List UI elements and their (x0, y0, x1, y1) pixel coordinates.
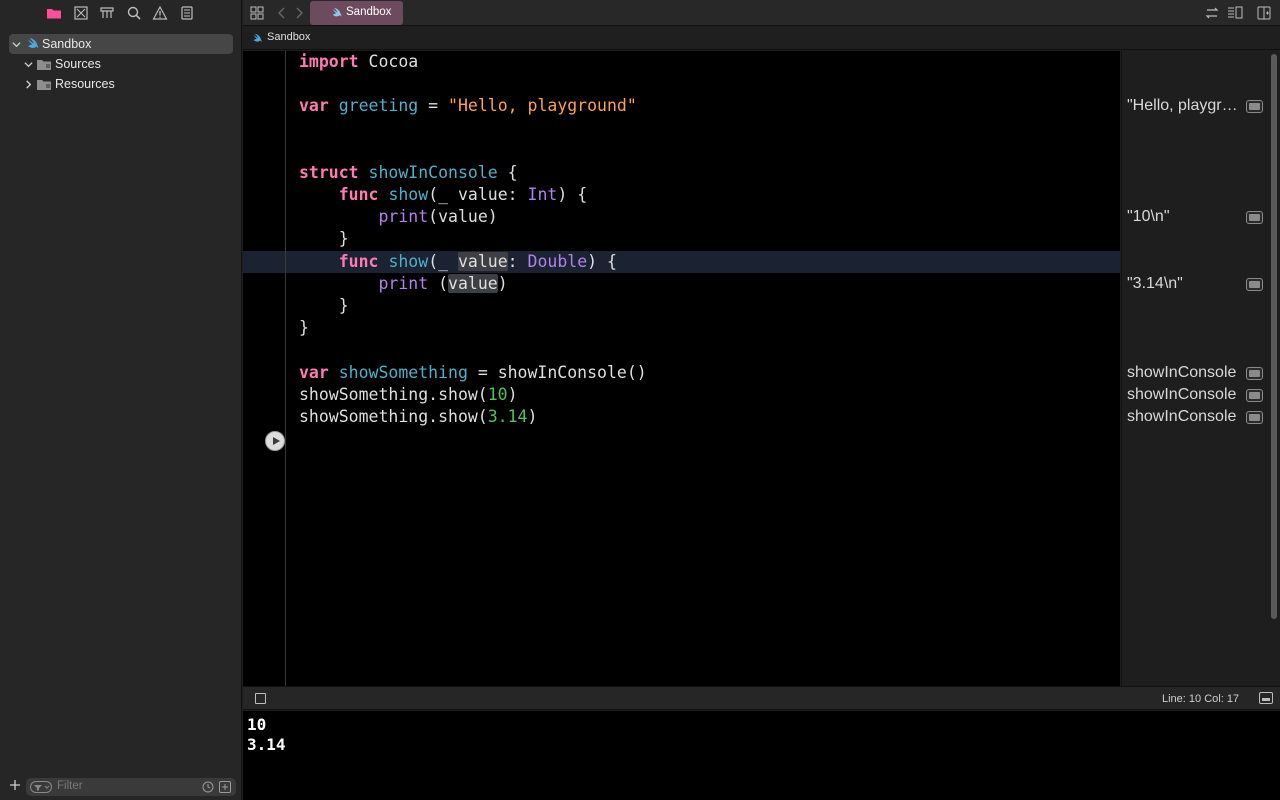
tab-label: Sandbox (346, 6, 392, 18)
result-item: "Hello, playground" (1122, 95, 1268, 117)
quick-look-icon[interactable] (1246, 211, 1263, 224)
forward-chevron-icon[interactable] (291, 5, 307, 21)
result-item: showInConsole (1122, 406, 1268, 428)
swift-icon (28, 38, 39, 49)
code-review-arrows-icon[interactable] (1204, 5, 1220, 21)
issue-navigator-warning-icon[interactable] (152, 5, 168, 21)
source-control-icon[interactable] (73, 5, 89, 21)
source-control-filter-icon[interactable] (219, 781, 231, 793)
result-value: showInConsole (1127, 408, 1237, 425)
split-editor-icon[interactable] (1256, 5, 1272, 21)
result-value: "10\n" (1127, 208, 1170, 225)
console-line: 10 (247, 715, 267, 734)
line-gutter (243, 51, 286, 686)
project-tree: Sandbox Sources Resources (0, 34, 242, 94)
result-value: "Hello, playground" (1127, 97, 1239, 114)
code-line: var showSomething = showInConsole() (299, 363, 647, 382)
project-navigator-folder-icon[interactable] (46, 5, 62, 21)
filter-icon (30, 781, 52, 793)
code-line: var greeting = "Hello, playground" (299, 96, 637, 115)
code-line: print(value) (378, 207, 498, 226)
code-line: } (299, 229, 349, 248)
quick-look-icon[interactable] (1246, 278, 1263, 291)
filter-placeholder: Filter (57, 780, 83, 792)
result-item: showInConsole (1122, 362, 1268, 384)
result-value: showInConsole (1127, 386, 1237, 403)
navigator-sidebar: Sandbox Sources Resources Filter (0, 0, 242, 800)
code-editor[interactable]: import Cocoa var greeting = "Hello, play… (243, 51, 1120, 686)
result-value: showInConsole (1127, 364, 1237, 381)
tree-item-sources[interactable]: Sources (0, 54, 242, 74)
breadcrumb[interactable]: Sandbox (267, 31, 310, 43)
find-navigator-search-icon[interactable] (126, 5, 142, 21)
vertical-scrollbar[interactable] (1268, 51, 1280, 686)
code-line: func show(_ value: Int) { (338, 185, 588, 204)
code-line: print (value) (378, 274, 508, 293)
result-value: "3.14\n" (1127, 275, 1183, 292)
code-line: showSomething.show(3.14) (299, 407, 538, 426)
tab-bar: Sandbox (243, 0, 1280, 26)
result-item: "10\n" (1122, 206, 1268, 228)
tree-item-sandbox[interactable]: Sandbox (9, 34, 233, 54)
jump-bar: Sandbox (243, 27, 1280, 50)
stop-square-icon[interactable] (255, 693, 266, 704)
code-line: } (299, 296, 349, 315)
tree-item-label: Sources (55, 57, 101, 71)
tree-item-label: Resources (55, 77, 115, 91)
report-navigator-icon[interactable] (179, 5, 195, 21)
folder-icon (37, 80, 51, 90)
back-chevron-icon[interactable] (274, 5, 290, 21)
code-line: func show(_ value: Double) { (338, 252, 617, 271)
swift-icon (253, 33, 262, 43)
quick-look-icon[interactable] (1246, 100, 1263, 113)
toggle-console-icon[interactable] (1259, 692, 1273, 704)
code-line: import Cocoa (299, 52, 419, 71)
console-line: 3.14 (247, 735, 286, 754)
navigator-filter-bar: Filter (0, 774, 242, 800)
cursor-position: Line: 10 Col: 17 (1162, 693, 1240, 705)
chevron-down-icon[interactable] (24, 60, 33, 69)
quick-look-icon[interactable] (1246, 367, 1263, 380)
code-line: struct showInConsole { (299, 163, 518, 182)
result-item: showInConsole (1122, 384, 1268, 406)
tab-sandbox[interactable]: Sandbox (310, 1, 403, 25)
folder-icon (37, 60, 51, 70)
related-items-grid-icon[interactable] (249, 5, 265, 21)
console-output[interactable]: 10 3.14 (243, 711, 1280, 800)
code-line: showSomething.show(10) (299, 385, 518, 404)
chevron-down-icon[interactable] (12, 40, 21, 49)
navigator-toolbar (0, 0, 242, 26)
code-line: } (299, 318, 309, 337)
run-playground-button[interactable] (265, 431, 285, 451)
filter-input[interactable]: Filter (26, 778, 236, 796)
debug-bar: Line: 10 Col: 17 (243, 686, 1280, 710)
editor-options-icon[interactable] (1227, 5, 1243, 21)
result-item: "3.14\n" (1122, 273, 1268, 295)
symbol-navigator-icon[interactable] (99, 5, 115, 21)
swift-icon (332, 7, 342, 18)
tree-item-label: Sandbox (42, 37, 92, 51)
tree-item-resources[interactable]: Resources (0, 74, 242, 94)
chevron-right-icon[interactable] (24, 80, 33, 89)
quick-look-icon[interactable] (1246, 389, 1263, 402)
scrollbar-thumb[interactable] (1271, 54, 1277, 619)
add-plus-icon[interactable] (9, 779, 21, 791)
results-sidebar: "Hello, playground" "10\n" "3.14\n" show… (1121, 51, 1267, 686)
quick-look-icon[interactable] (1246, 411, 1263, 424)
recent-clock-icon[interactable] (202, 781, 214, 793)
